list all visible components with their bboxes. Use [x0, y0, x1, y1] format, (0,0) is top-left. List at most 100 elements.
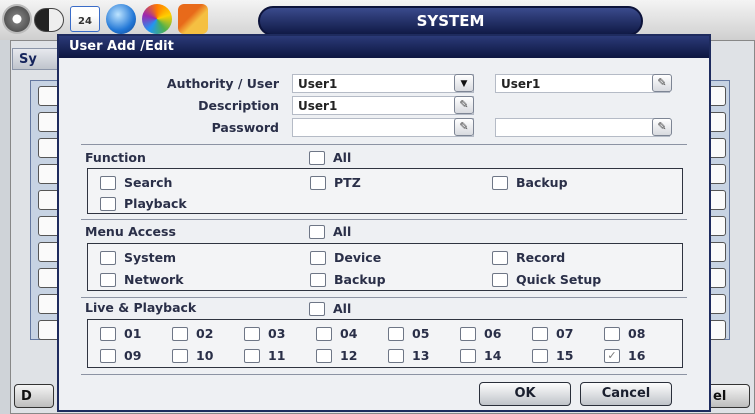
authority-user-label: Authority / User [166, 76, 279, 91]
channel-checkbox[interactable]: 01 [100, 326, 141, 341]
channel-checkbox[interactable]: 08 [604, 326, 645, 341]
channel-checkbox[interactable]: 07 [532, 326, 573, 341]
menu-access-all-checkbox[interactable]: All [309, 224, 351, 239]
channel-label: 12 [340, 348, 358, 363]
channel-checkbox[interactable]: 09 [100, 348, 141, 363]
checkbox-label: Search [124, 175, 173, 190]
function-all-checkbox[interactable]: All [309, 150, 351, 165]
channel-checkbox[interactable]: 15 [532, 348, 573, 363]
live-playback-all-checkbox[interactable]: All [309, 301, 351, 316]
checkbox-box[interactable]: ✓ [604, 348, 620, 363]
cancel-button[interactable]: Cancel [580, 382, 672, 406]
calendar-icon[interactable]: 24 [70, 6, 100, 32]
checkbox-box[interactable] [492, 250, 508, 265]
channel-checkbox[interactable]: 05 [388, 326, 429, 341]
chevron-down-icon[interactable]: ▼ [454, 74, 474, 92]
channel-label: 15 [556, 348, 574, 363]
channel-label: 02 [196, 326, 214, 341]
function-backup-checkbox[interactable]: Backup [492, 175, 568, 190]
checkbox-box[interactable] [388, 348, 404, 363]
checkbox-box[interactable] [492, 175, 508, 190]
checkbox-box[interactable] [309, 150, 325, 165]
checkbox-label: Backup [334, 272, 386, 287]
checkbox-box[interactable] [100, 348, 116, 363]
menu-network-checkbox[interactable]: Network [100, 272, 184, 287]
checkbox-box[interactable] [532, 348, 548, 363]
channel-label: 11 [268, 348, 286, 363]
channel-label: 05 [412, 326, 430, 341]
channel-checkbox[interactable]: 10 [172, 348, 213, 363]
checkbox-label: All [333, 150, 352, 165]
checkbox-box[interactable] [100, 326, 116, 341]
channel-checkbox[interactable]: 06 [460, 326, 501, 341]
checkbox-label: PTZ [334, 175, 361, 190]
disc-icon[interactable] [142, 4, 172, 34]
menu-backup-checkbox[interactable]: Backup [310, 272, 386, 287]
checkbox-box[interactable] [100, 175, 116, 190]
channel-label: 16 [628, 348, 646, 363]
channel-checkbox[interactable]: 04 [316, 326, 357, 341]
gear-icon[interactable] [2, 4, 32, 34]
channel-checkbox[interactable]: ✓ 16 [604, 348, 645, 363]
channel-label: 03 [268, 326, 286, 341]
checkbox-box[interactable] [244, 348, 260, 363]
authority-select[interactable]: User1 [292, 74, 474, 93]
background-left-button[interactable]: D [14, 384, 54, 408]
edit-pencil-icon[interactable]: ✎ [652, 118, 672, 136]
checkbox-box[interactable] [100, 196, 116, 211]
channel-label: 14 [484, 348, 502, 363]
password-label: Password [211, 120, 279, 135]
toggle-icon[interactable] [34, 8, 64, 32]
channel-checkbox[interactable]: 02 [172, 326, 213, 341]
ok-button[interactable]: OK [479, 382, 571, 406]
checkbox-box[interactable] [309, 224, 325, 239]
channel-checkbox[interactable]: 14 [460, 348, 501, 363]
channel-checkbox[interactable]: 11 [244, 348, 285, 363]
channel-checkbox[interactable]: 03 [244, 326, 285, 341]
channel-label: 09 [124, 348, 142, 363]
menu-record-checkbox[interactable]: Record [492, 250, 565, 265]
checkbox-box[interactable] [604, 326, 620, 341]
checkbox-box[interactable] [244, 326, 260, 341]
description-field[interactable]: User1 [292, 96, 474, 115]
tools-icon[interactable] [178, 4, 208, 34]
checkbox-box[interactable] [310, 250, 326, 265]
checkbox-label: Quick Setup [516, 272, 602, 287]
function-ptz-checkbox[interactable]: PTZ [310, 175, 361, 190]
checkbox-box[interactable] [460, 326, 476, 341]
checkbox-box[interactable] [492, 272, 508, 287]
globe-icon[interactable] [106, 4, 136, 34]
checkbox-box[interactable] [388, 326, 404, 341]
function-playback-checkbox[interactable]: Playback [100, 196, 187, 211]
password-confirm-field[interactable] [495, 118, 670, 137]
menu-quick-setup-checkbox[interactable]: Quick Setup [492, 272, 601, 287]
checkbox-box[interactable] [532, 326, 548, 341]
checkbox-box[interactable] [316, 348, 332, 363]
checkbox-box[interactable] [310, 272, 326, 287]
background-right-button[interactable]: el [706, 384, 750, 408]
checkbox-box[interactable] [309, 301, 325, 316]
description-label: Description [198, 98, 279, 113]
checkbox-box[interactable] [100, 250, 116, 265]
checkbox-box[interactable] [310, 175, 326, 190]
checkbox-box[interactable] [460, 348, 476, 363]
checkbox-box[interactable] [172, 326, 188, 341]
channel-checkbox[interactable]: 12 [316, 348, 357, 363]
divider [81, 297, 687, 298]
system-title-bar: SYSTEM [258, 6, 643, 36]
checkbox-box[interactable] [100, 272, 116, 287]
function-search-checkbox[interactable]: Search [100, 175, 172, 190]
checkbox-box[interactable] [172, 348, 188, 363]
user-name-field[interactable]: User1 [495, 74, 670, 93]
user-add-edit-dialog: User Add /Edit Authority / User User1 ▼ … [57, 34, 711, 412]
channel-label: 10 [196, 348, 214, 363]
divider [81, 144, 687, 145]
password-field[interactable] [292, 118, 474, 137]
channel-checkbox[interactable]: 13 [388, 348, 429, 363]
edit-pencil-icon[interactable]: ✎ [454, 96, 474, 114]
menu-system-checkbox[interactable]: System [100, 250, 176, 265]
menu-device-checkbox[interactable]: Device [310, 250, 381, 265]
checkbox-box[interactable] [316, 326, 332, 341]
edit-pencil-icon[interactable]: ✎ [652, 74, 672, 92]
edit-pencil-icon[interactable]: ✎ [454, 118, 474, 136]
